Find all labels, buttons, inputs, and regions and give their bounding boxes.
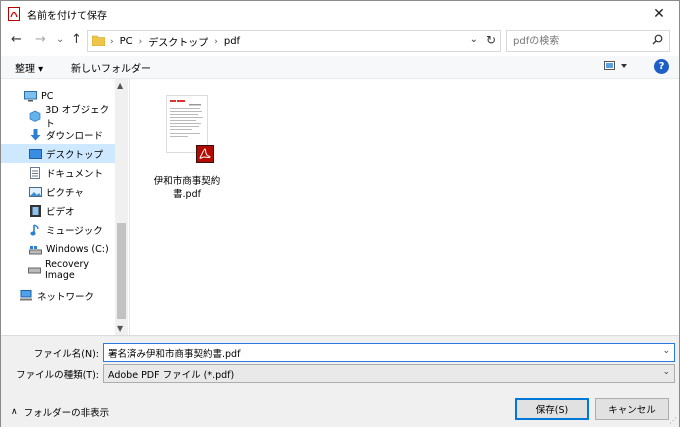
hide-folders-label: フォルダーの非表示 xyxy=(23,408,110,419)
breadcrumb: › PC › デスクトップ › pdf xyxy=(110,34,240,49)
view-icon xyxy=(604,61,627,70)
pictures-icon xyxy=(28,186,42,198)
filename-label: ファイル名(N): xyxy=(33,349,99,360)
filetype-select[interactable]: Adobe PDF ファイル (*.pdf) ⌄ xyxy=(103,364,675,383)
sidebar-item-label: デスクトップ xyxy=(46,149,104,161)
scrollbar-thumb[interactable] xyxy=(117,223,126,319)
close-icon: ✕ xyxy=(653,6,665,22)
3d-objects-icon xyxy=(28,110,41,122)
command-bar: 整理 ▾ 新しいフォルダー ? xyxy=(1,56,679,79)
resize-grip-icon[interactable]: ⋰ xyxy=(669,416,677,425)
save-button[interactable]: 保存(S) xyxy=(515,398,589,420)
pc-icon xyxy=(23,91,37,103)
new-folder-button[interactable]: 新しいフォルダー xyxy=(71,60,151,75)
forward-button[interactable]: → xyxy=(35,32,46,47)
close-button[interactable]: ✕ xyxy=(639,1,679,27)
file-name: 伊和市商事契約書.pdf xyxy=(153,176,221,200)
sidebar-item-documents[interactable]: ドキュメント xyxy=(1,163,115,182)
address-dropdown-button[interactable]: ⌄ xyxy=(470,34,478,45)
sidebar-item-label: ダウンロード xyxy=(46,130,104,142)
filename-value: 署名済み伊和市商事契約書.pdf xyxy=(108,349,241,360)
breadcrumb-separator: › xyxy=(214,36,218,47)
breadcrumb-separator: › xyxy=(110,36,114,47)
sidebar-item-3d-objects[interactable]: 3D オブジェクト xyxy=(1,105,115,130)
navigation-bar: ← → ⌄ ↑ › PC › デスクトップ › pdf ⌄ ↻ xyxy=(1,27,679,55)
breadcrumb-pdf[interactable]: pdf xyxy=(224,36,240,47)
sidebar-item-label: ピクチャ xyxy=(46,187,84,199)
chevron-down-icon[interactable]: ⌄ xyxy=(662,346,670,356)
download-icon xyxy=(28,128,42,141)
recent-locations-button[interactable]: ⌄ xyxy=(56,34,64,45)
video-icon xyxy=(28,204,42,217)
save-form: ファイル名(N): 署名済み伊和市商事契約書.pdf ⌄ ファイルの種類(T):… xyxy=(1,335,679,427)
up-button[interactable]: ↑ xyxy=(71,32,82,47)
refresh-button[interactable]: ↻ xyxy=(486,33,496,47)
navigation-pane: PC 3D オブジェクト ダウンロード デスクトップ ドキュメント ピクチャ ビ… xyxy=(1,79,130,335)
search-icon xyxy=(652,34,663,45)
sidebar-item-recovery-image[interactable]: Recovery Image xyxy=(1,258,115,281)
filetype-label: ファイルの種類(T): xyxy=(16,370,99,381)
save-as-dialog: 名前を付けて保存 ✕ ← → ⌄ ↑ › PC › デスクトップ › pdf ⌄… xyxy=(0,0,680,427)
chevron-down-icon[interactable]: ⌄ xyxy=(662,367,670,377)
sidebar-item-pictures[interactable]: ピクチャ xyxy=(1,182,115,201)
breadcrumb-pc[interactable]: PC xyxy=(120,36,133,47)
desktop-icon xyxy=(28,148,42,160)
search-input[interactable] xyxy=(511,33,645,49)
breadcrumb-desktop[interactable]: デスクトップ xyxy=(148,34,208,49)
address-bar[interactable]: › PC › デスクトップ › pdf ⌄ ↻ xyxy=(87,30,501,52)
documents-icon xyxy=(28,166,42,179)
folder-icon xyxy=(92,35,105,46)
sidebar-item-label: ネットワーク xyxy=(37,291,95,303)
sidebar-item-network[interactable]: ネットワーク xyxy=(1,286,115,305)
sidebar-item-downloads[interactable]: ダウンロード xyxy=(1,125,115,144)
filename-field[interactable]: 署名済み伊和市商事契約書.pdf ⌄ xyxy=(103,343,675,362)
organize-button[interactable]: 整理 ▾ xyxy=(15,60,43,75)
pdf-icon xyxy=(196,145,214,163)
file-list: 伊和市商事契約書.pdf xyxy=(130,79,679,335)
sidebar-item-videos[interactable]: ビデオ xyxy=(1,201,115,220)
nav-scrollbar[interactable]: ▲ ▼ xyxy=(115,79,128,335)
breadcrumb-separator: › xyxy=(138,36,143,47)
scroll-down-icon[interactable]: ▼ xyxy=(117,324,123,333)
sidebar-item-label: PC xyxy=(41,91,54,102)
acrobat-icon xyxy=(8,7,20,24)
help-button[interactable]: ? xyxy=(654,59,669,74)
title-bar: 名前を付けて保存 ✕ xyxy=(1,1,679,27)
sidebar-item-label: Windows (C:) xyxy=(46,244,109,255)
drive-icon xyxy=(28,244,42,256)
window-title: 名前を付けて保存 xyxy=(27,11,107,22)
sidebar-item-label: Recovery Image xyxy=(45,258,90,281)
scroll-up-icon[interactable]: ▲ xyxy=(117,81,123,90)
network-icon xyxy=(19,290,33,302)
sidebar-item-label: ビデオ xyxy=(46,206,75,218)
sidebar-item-desktop[interactable]: デスクトップ xyxy=(1,144,115,163)
sidebar-item-label: ミュージック xyxy=(46,225,103,237)
view-options-button[interactable] xyxy=(604,61,628,74)
sidebar-item-label: ドキュメント xyxy=(46,168,104,180)
sidebar-item-music[interactable]: ミュージック xyxy=(1,220,115,239)
drive-icon xyxy=(28,264,41,276)
search-box[interactable] xyxy=(506,30,670,52)
cancel-button[interactable]: キャンセル xyxy=(595,398,669,420)
sidebar-item-windows-c[interactable]: Windows (C:) xyxy=(1,240,115,259)
hide-folders-toggle[interactable]: ∧ フォルダーの非表示 xyxy=(11,405,109,419)
filetype-value: Adobe PDF ファイル (*.pdf) xyxy=(108,370,235,381)
music-icon xyxy=(28,223,42,236)
chevron-up-icon: ∧ xyxy=(11,407,18,417)
back-button[interactable]: ← xyxy=(11,32,22,47)
